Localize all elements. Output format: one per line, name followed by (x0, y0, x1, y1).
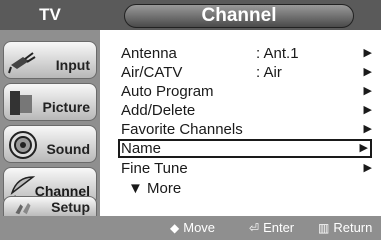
move-arrows-icon: ◆ (170, 220, 180, 235)
return-icon: ▥ (318, 220, 330, 235)
sidebar-item-picture[interactable]: Picture (3, 83, 97, 121)
hint-enter: ⏎ Enter (249, 220, 294, 235)
hint-enter-label: Enter (263, 220, 295, 235)
sidebar-header: TV (0, 0, 100, 30)
input-plug-icon (8, 52, 36, 74)
enter-icon: ⏎ (249, 220, 260, 235)
sidebar-item-label: Input (55, 57, 90, 73)
chevron-right-icon: ▶ (363, 85, 372, 97)
channel-menu: Antenna : Ant.1 ▶ Air/CATV : Air ▶ Auto … (108, 36, 381, 214)
menu-item-antenna[interactable]: Antenna : Ant.1 ▶ (118, 44, 372, 63)
hint-move: ◆ Move (170, 220, 215, 235)
menu-item-value: : Air (256, 64, 282, 81)
sidebar-item-setup[interactable]: Setup (3, 196, 97, 218)
setup-icon (15, 203, 31, 215)
page-title: Channel (124, 4, 354, 28)
tv-osd: TV Input Picture Sound Channel Setup Cha… (0, 0, 381, 240)
chevron-right-icon: ▶ (359, 142, 368, 154)
sidebar-item-sound[interactable]: Sound (3, 125, 97, 163)
chevron-right-icon: ▶ (363, 47, 372, 59)
menu-item-label: Air/CATV (121, 64, 183, 81)
sidebar-item-label: Picture (42, 99, 90, 115)
hint-return: ▥ Return (318, 220, 372, 235)
key-hints: ◆ Move ⏎ Enter ▥ Return (100, 216, 381, 240)
footer-bar: ◆ Move ⏎ Enter ▥ Return (0, 216, 381, 240)
menu-item-more[interactable]: ▼ More (118, 179, 372, 198)
sidebar-item-label: Setup (51, 199, 90, 215)
menu-item-label: Name (121, 140, 162, 157)
menu-item-add-delete[interactable]: Add/Delete ▶ (118, 101, 372, 120)
menu-item-name[interactable]: Name ▶ (118, 139, 372, 158)
hint-move-label: Move (183, 220, 216, 235)
chevron-right-icon: ▶ (363, 162, 372, 174)
sidebar-item-input[interactable]: Input (3, 41, 97, 79)
speaker-icon (9, 131, 37, 159)
menu-item-label: Fine Tune (121, 160, 188, 177)
sidebar: TV Input Picture Sound Channel Setup (0, 0, 100, 240)
menu-item-label: Antenna (121, 45, 177, 62)
menu-item-label: Favorite Channels (121, 121, 243, 138)
sidebar-item-label: Sound (46, 141, 90, 157)
menu-item-value: : Ant.1 (256, 45, 299, 62)
chevron-right-icon: ▶ (363, 66, 372, 78)
menu-item-label: ▼ More (128, 180, 182, 197)
menu-item-label: Add/Delete (121, 102, 196, 119)
menu-item-label: Auto Program (121, 83, 214, 100)
menu-item-auto-program[interactable]: Auto Program ▶ (118, 82, 372, 101)
hint-return-label: Return (333, 220, 373, 235)
chevron-right-icon: ▶ (363, 123, 372, 135)
menu-item-favorite-channels[interactable]: Favorite Channels ▶ (118, 120, 372, 139)
menu-item-air-catv[interactable]: Air/CATV : Air ▶ (118, 63, 372, 82)
picture-icon (10, 91, 32, 115)
chevron-right-icon: ▶ (363, 104, 372, 116)
menu-item-fine-tune[interactable]: Fine Tune ▶ (118, 159, 372, 178)
